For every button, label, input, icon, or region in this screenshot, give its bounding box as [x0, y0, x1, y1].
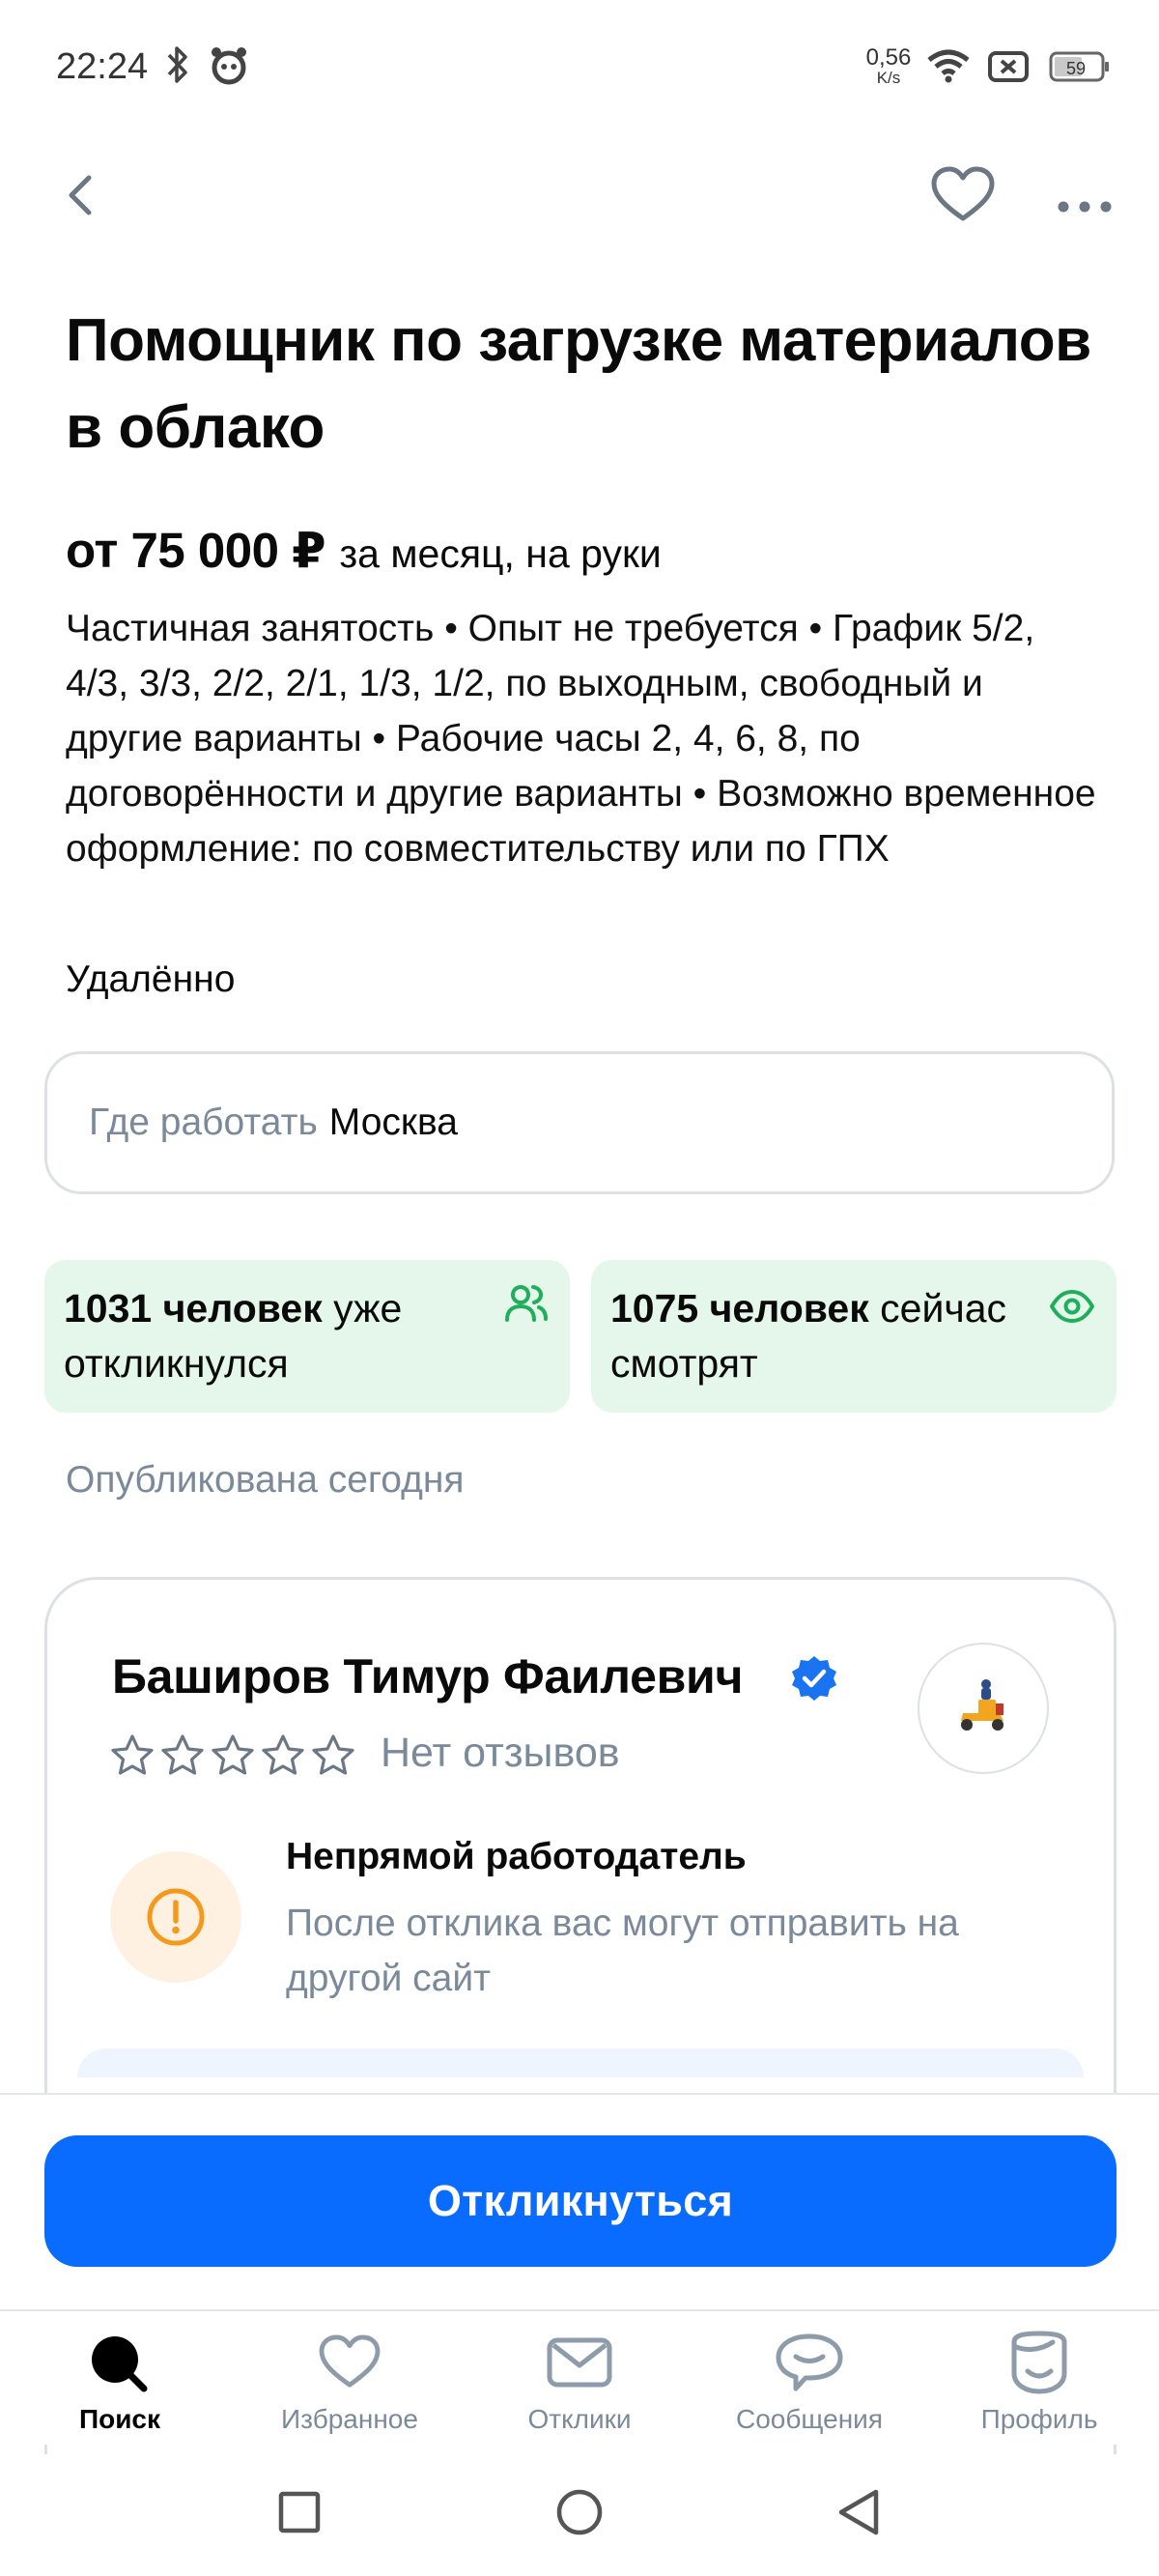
work-location-field[interactable]: Где работать Москва: [44, 1051, 1115, 1194]
work-format: Удалённо: [66, 959, 236, 1000]
battery-level: 59: [1066, 59, 1086, 78]
top-bar: [0, 155, 1159, 238]
profile-face-icon: [933, 2329, 1145, 2396]
rating-stars[interactable]: [110, 1733, 355, 1776]
delivery-scooter-icon: [961, 1679, 1004, 1731]
apply-button[interactable]: Откликнуться: [44, 2135, 1117, 2267]
battery-icon: 59: [1049, 50, 1111, 88]
tab-favorites[interactable]: Избранное: [243, 2329, 456, 2435]
salary-amount: от 75 000 ₽: [66, 523, 326, 578]
star-icon: [262, 1734, 304, 1775]
viewing-stat: 1075 человек сейчас смотрят: [591, 1260, 1117, 1413]
work-location-label: Где работать: [89, 1102, 318, 1143]
tab-profile-label: Профиль: [980, 2404, 1098, 2434]
search-icon: [14, 2329, 226, 2396]
envelope-icon: [473, 2329, 686, 2396]
salary-suffix: за месяц, на руки: [339, 531, 662, 576]
responded-stat: 1031 человек уже откликнулся: [44, 1260, 570, 1413]
tab-favorites-label: Избранное: [281, 2404, 418, 2434]
favorite-heart-icon[interactable]: [929, 166, 997, 224]
pet-app-icon: [207, 44, 251, 90]
status-time: 22:24: [56, 46, 149, 87]
back-triangle-icon[interactable]: [821, 2474, 898, 2551]
warning-icon: [110, 1851, 241, 1983]
info-block: [77, 2048, 1084, 2077]
status-bar: 22:24 0,56 K/s 59: [0, 0, 1159, 135]
tab-responses[interactable]: Отклики: [473, 2329, 686, 2435]
network-speed: 0,56 K/s: [860, 44, 918, 87]
star-icon: [212, 1734, 254, 1775]
tab-search-label: Поиск: [78, 2404, 161, 2434]
tab-messages-label: Сообщения: [736, 2404, 883, 2434]
home-icon[interactable]: [541, 2474, 618, 2551]
people-icon: [504, 1283, 549, 1338]
chat-bubble-icon: [703, 2329, 916, 2396]
star-icon: [312, 1734, 354, 1775]
responded-count: 1031 человек: [64, 1286, 323, 1331]
recent-apps-icon[interactable]: [261, 2474, 338, 2551]
star-icon: [111, 1734, 154, 1775]
network-speed-unit: K/s: [876, 69, 901, 87]
indirect-employer-text: После отклика вас могут отправить на дру…: [286, 1903, 959, 1999]
star-icon: [161, 1734, 204, 1775]
back-arrow-icon[interactable]: [52, 166, 110, 224]
work-location-value: Москва: [328, 1102, 458, 1143]
salary: от 75 000 ₽ за месяц, на руки: [66, 517, 662, 587]
vacancy-title: Помощник по загрузке материалов в облако: [66, 307, 1091, 461]
employer-name[interactable]: Баширов Тимур Фаилевич: [112, 1648, 744, 1704]
sim-off-icon: [987, 50, 1030, 88]
wifi-icon: [925, 48, 972, 88]
reviews-count[interactable]: Нет отзывов: [381, 1730, 620, 1777]
viewing-count: 1075 человек: [610, 1286, 869, 1331]
tab-messages[interactable]: Сообщения: [703, 2329, 916, 2435]
network-speed-value: 0,56: [865, 44, 912, 71]
heart-icon: [243, 2329, 456, 2396]
more-dots-icon[interactable]: [1053, 166, 1117, 224]
verified-badge-icon: [790, 1654, 838, 1707]
tab-profile[interactable]: Профиль: [933, 2329, 1145, 2435]
tab-search[interactable]: Поиск: [14, 2329, 226, 2435]
employment-details: Частичная занятость • Опыт не требуется …: [66, 608, 1096, 870]
bluetooth-icon: [166, 44, 189, 90]
tab-responses-label: Отклики: [527, 2404, 632, 2434]
published-date: Опубликована сегодня: [66, 1459, 465, 1501]
indirect-employer-title: Непрямой работодатель: [286, 1836, 747, 1877]
employer-logo[interactable]: [918, 1643, 1049, 1774]
eye-icon: [1049, 1283, 1095, 1338]
